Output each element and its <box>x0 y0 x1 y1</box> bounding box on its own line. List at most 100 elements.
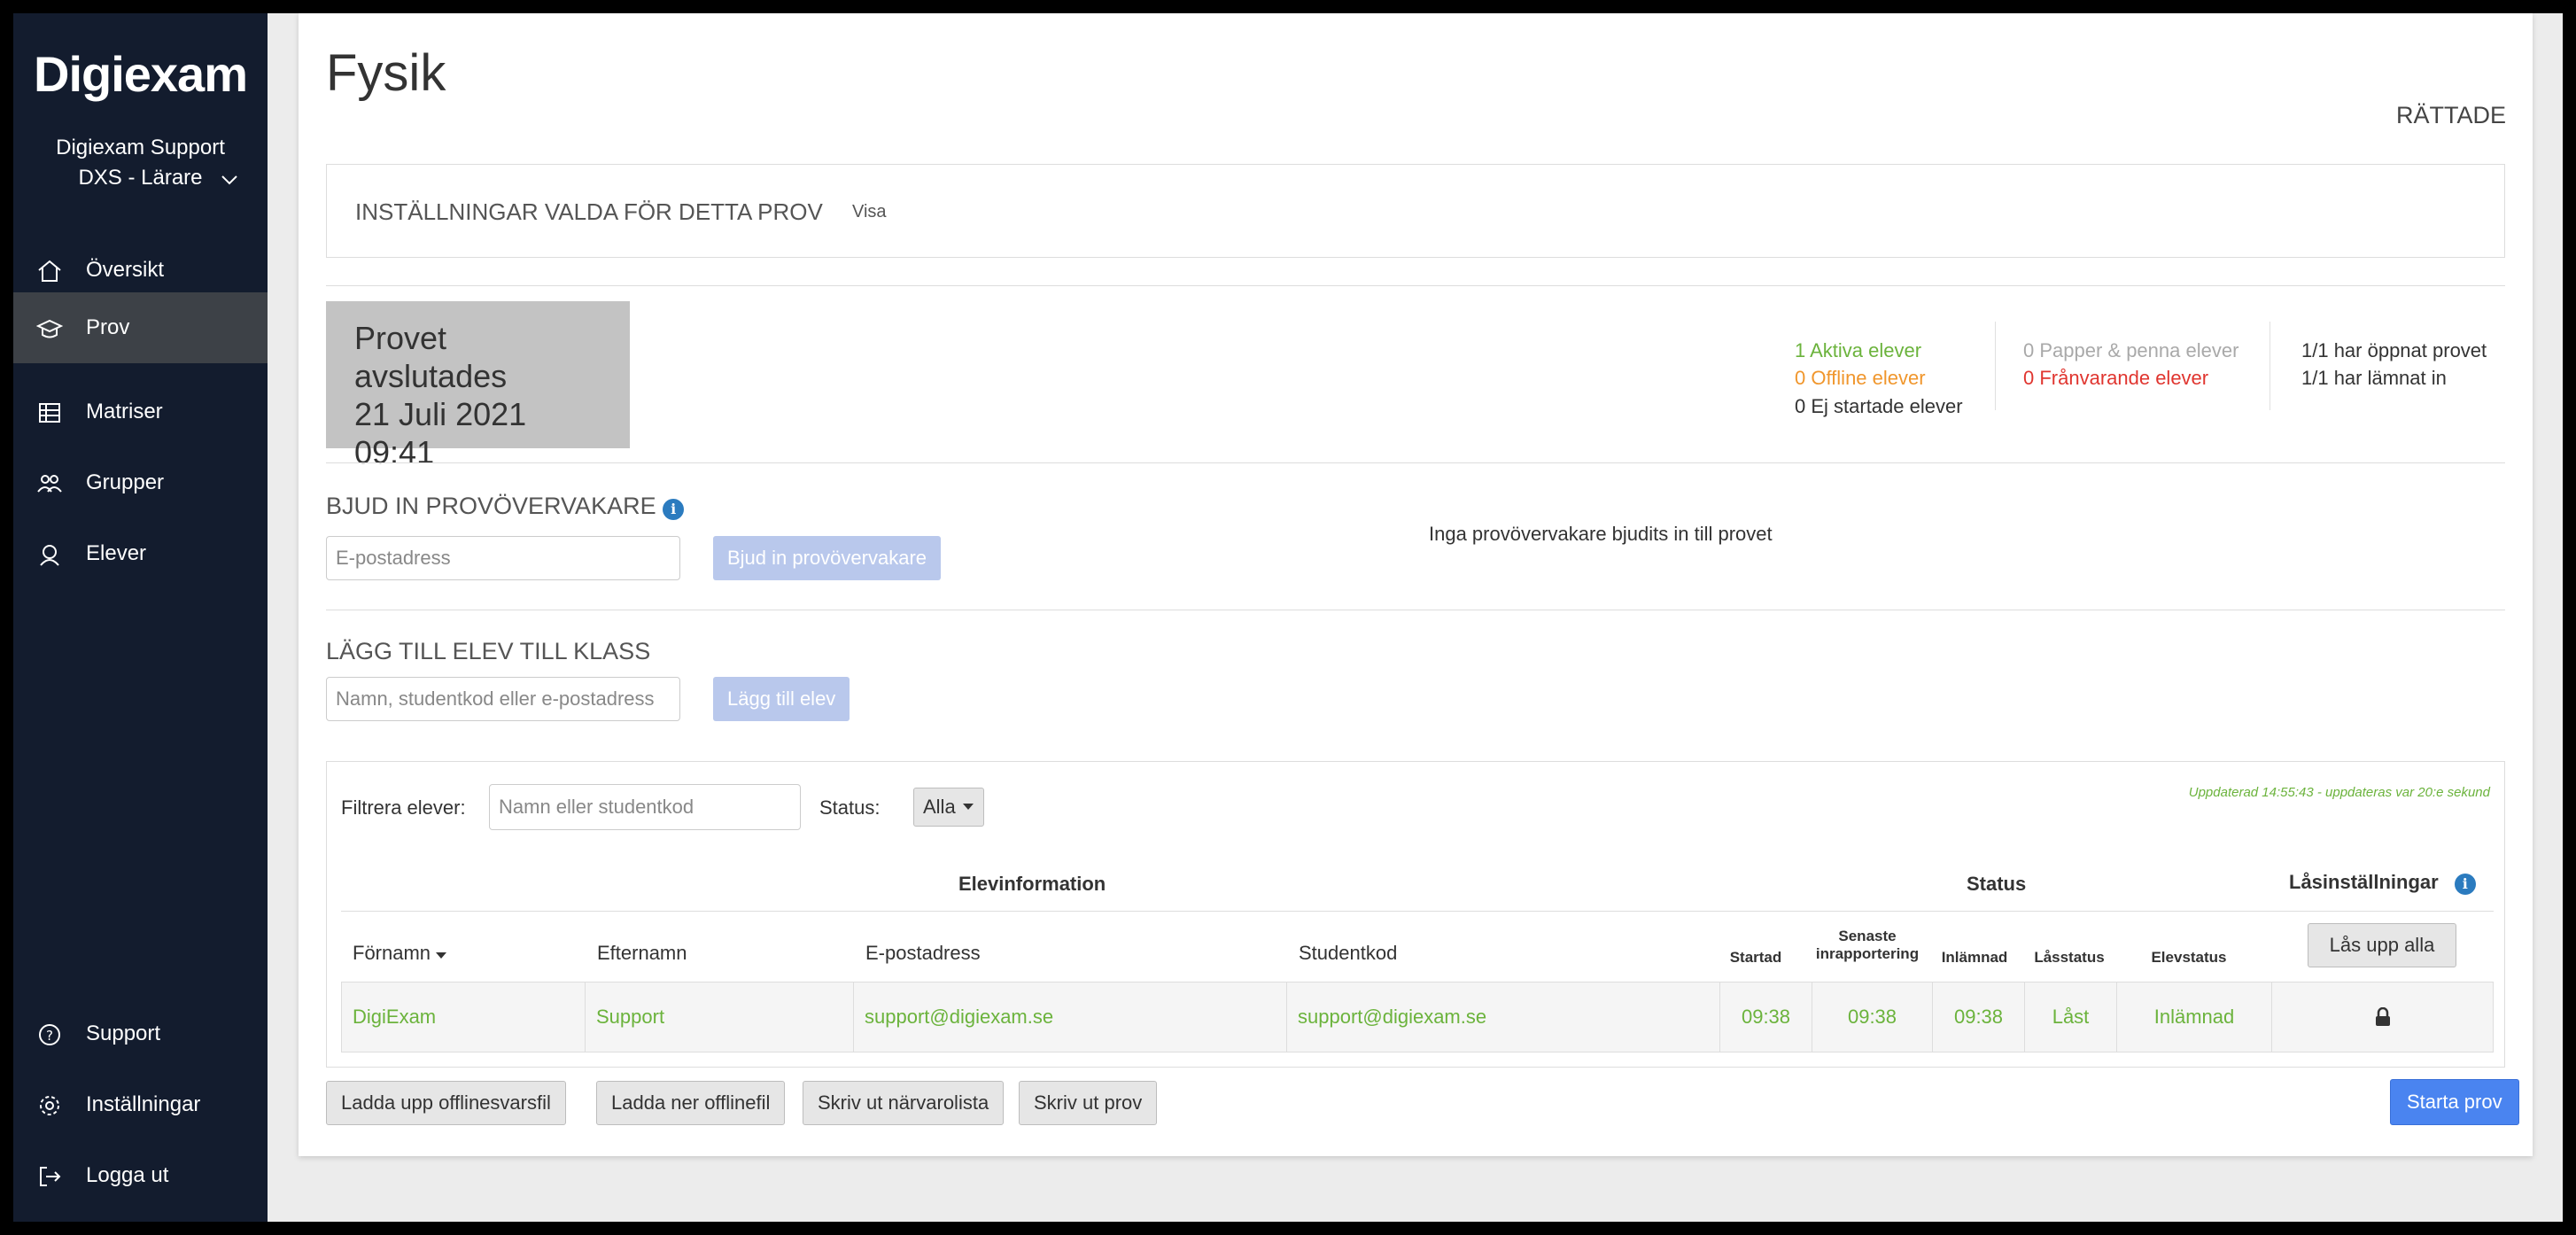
lock-icon <box>2375 1007 2390 1026</box>
group-header-status: Status <box>1967 873 2027 895</box>
no-proctors-text: Inga provövervakare bjudits in till prov… <box>1429 523 1773 545</box>
role-selector[interactable]: DXS - Lärare <box>13 166 268 190</box>
cell-student-code[interactable]: support@digiexam.se <box>1287 983 1720 1052</box>
print-attendance-button[interactable]: Skriv ut närvarolista <box>803 1081 1005 1125</box>
invite-proctor-button[interactable]: Bjud in provövervakare <box>713 536 942 580</box>
status-select-value: Alla <box>923 796 956 818</box>
nav-label: Grupper <box>86 470 165 494</box>
settings-panel: INSTÄLLNINGAR VALDA FÖR DETTA PROV Visa <box>326 164 2505 258</box>
info-icon[interactable]: i <box>2454 874 2476 895</box>
nav-item-grupper[interactable]: Grupper <box>13 447 268 518</box>
student-icon <box>40 545 59 566</box>
nav-label: Inställningar <box>86 1092 201 1116</box>
cell-student-status: Inlämnad <box>2117 983 2272 1052</box>
exam-ended-date: 21 Juli 2021 <box>354 396 527 432</box>
unlock-all-button[interactable]: Lås upp alla <box>2308 923 2456 967</box>
page-title: Fysik <box>326 44 446 102</box>
invite-title-text: BJUD IN PROVÖVERVAKARE <box>326 493 656 519</box>
nav-label: Matriser <box>86 400 163 423</box>
download-offline-button[interactable]: Ladda ner offlinefil <box>596 1081 786 1125</box>
groups-icon <box>37 475 62 493</box>
col-last-report-line1: Senaste <box>1838 928 1897 944</box>
add-student-button[interactable]: Lägg till elev <box>713 677 850 721</box>
update-status-text: Uppdaterad 14:55:43 - uppdateras var 20:… <box>2188 785 2490 800</box>
nav-label: Logga ut <box>86 1163 169 1187</box>
col-submitted: Inlämnad <box>1941 949 2008 966</box>
nav-label: Elever <box>86 541 147 565</box>
caret-down-icon <box>962 804 974 810</box>
opened-count: 1/1 har öppnat provet <box>2301 339 2487 361</box>
nav-item-logga-ut[interactable]: Logga ut <box>13 1140 268 1211</box>
start-exam-button[interactable]: Starta prov <box>2390 1079 2519 1125</box>
nav-label: Översikt <box>86 258 165 282</box>
absent-students: 0 Frånvarande elever <box>2023 367 2209 389</box>
col-email[interactable]: E-postadress <box>865 942 981 965</box>
nav-item-elever[interactable]: Elever <box>13 518 268 589</box>
col-lock-status: Låsstatus <box>2034 949 2105 966</box>
sidebar: Digiexam Digiexam Support DXS - Lärare Ö… <box>13 13 268 1222</box>
col-last-report-line2: inrapportering <box>1815 945 1920 962</box>
col-student-code[interactable]: Studentkod <box>1299 942 1397 965</box>
cell-submitted: 09:38 <box>1933 983 2025 1052</box>
settings-title: INSTÄLLNINGAR VALDA FÖR DETTA PROV <box>355 198 823 225</box>
divider <box>326 462 2505 463</box>
group-header-lock: Låsinställningar i <box>2289 871 2476 895</box>
nav-item-support[interactable]: ? Support <box>13 998 268 1069</box>
col-last-name[interactable]: Efternamn <box>597 942 687 965</box>
logout-icon <box>40 1167 61 1186</box>
add-student-input[interactable] <box>326 677 680 721</box>
not-started-students: 0 Ej startade elever <box>1795 395 1963 417</box>
filter-students-input[interactable] <box>489 784 801 830</box>
cell-started: 09:38 <box>1720 983 1812 1052</box>
table-icon <box>39 403 60 423</box>
user-name: Digiexam Support <box>56 136 225 159</box>
cell-first-name[interactable]: DigiExam <box>342 983 586 1052</box>
cell-last-report: 09:38 <box>1812 983 1933 1052</box>
role-label: DXS - Lärare <box>78 166 203 190</box>
lock-header-text: Låsinställningar <box>2289 871 2439 893</box>
col-started: Startad <box>1729 949 1782 966</box>
exam-ended-text: Provet avslutades <box>354 320 508 394</box>
home-icon <box>38 260 61 282</box>
invite-section-title: BJUD IN PROVÖVERVAKARE i <box>326 493 685 520</box>
logo: Digiexam <box>34 46 248 102</box>
exam-status-label: RÄTTADE <box>2395 102 2506 128</box>
col-last-report: Senaste inrapportering <box>1805 928 1929 963</box>
proctor-email-input[interactable] <box>326 536 680 580</box>
nav-item-prov[interactable]: Prov <box>13 292 268 363</box>
help-icon: ? <box>39 1024 60 1045</box>
exam-ended-box: Provet avslutades 21 Juli 2021 09:41 <box>326 301 630 470</box>
gear-icon <box>40 1096 59 1115</box>
nav-item-matriser[interactable]: Matriser <box>13 377 268 447</box>
nav-label: Support <box>86 1021 161 1045</box>
nav-label: Prov <box>86 315 130 339</box>
cell-email[interactable]: support@digiexam.se <box>854 983 1287 1052</box>
paper-students: 0 Papper & penna elever <box>2023 339 2239 361</box>
show-settings-link[interactable]: Visa <box>852 202 887 222</box>
lock-toggle[interactable] <box>2272 983 2493 1052</box>
students-panel: Filtrera elever: Status: Alla Uppdaterad… <box>326 761 2505 1068</box>
info-icon[interactable]: i <box>663 499 685 520</box>
add-student-title: LÄGG TILL ELEV TILL KLASS <box>326 638 651 664</box>
col-first-name: Förnamn <box>353 942 431 964</box>
upload-offline-button[interactable]: Ladda upp offlinesvarsfil <box>326 1081 566 1125</box>
header-divider <box>341 911 2494 912</box>
group-header-info: Elevinformation <box>958 873 1106 895</box>
stats-divider <box>1995 322 1996 410</box>
col-student-status: Elevstatus <box>2151 949 2227 966</box>
submitted-count: 1/1 har lämnat in <box>2301 367 2447 389</box>
status-select[interactable]: Alla <box>913 788 984 827</box>
svg-text:?: ? <box>46 1028 53 1044</box>
sort-by-first-name[interactable]: Förnamn <box>353 942 447 965</box>
cell-last-name[interactable]: Support <box>586 983 854 1052</box>
active-students: 1 Aktiva elever <box>1795 339 1922 361</box>
table-row[interactable]: DigiExam Support support@digiexam.se sup… <box>341 982 2494 1052</box>
offline-students: 0 Offline elever <box>1795 367 1926 389</box>
exam-ended-time: 09:41 <box>354 434 435 470</box>
main-panel: Fysik RÄTTADE INSTÄLLNINGAR VALDA FÖR DE… <box>299 13 2533 1156</box>
graduation-cap-icon <box>36 319 63 338</box>
divider <box>326 285 2505 286</box>
print-exam-button[interactable]: Skriv ut prov <box>1019 1081 1158 1125</box>
filter-label: Filtrera elever: <box>341 796 466 819</box>
nav-item-installningar[interactable]: Inställningar <box>13 1069 268 1140</box>
